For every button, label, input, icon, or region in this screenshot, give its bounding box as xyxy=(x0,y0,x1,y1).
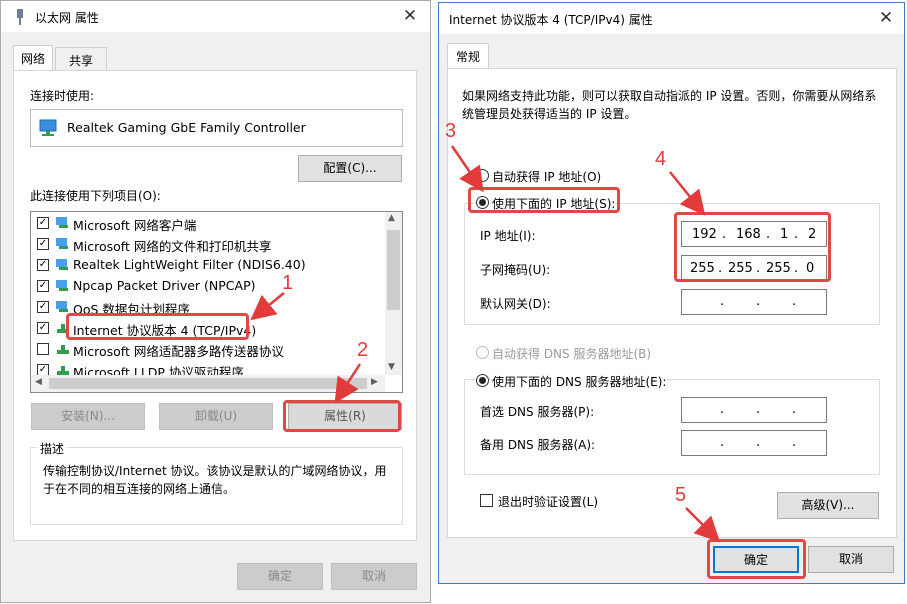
arrow-1 xyxy=(250,292,285,321)
arrow-4 xyxy=(669,171,706,216)
annotation-arrows xyxy=(250,145,721,543)
arrow-3 xyxy=(450,145,484,193)
arrow-5 xyxy=(685,507,721,543)
arrow-2 xyxy=(334,363,362,404)
